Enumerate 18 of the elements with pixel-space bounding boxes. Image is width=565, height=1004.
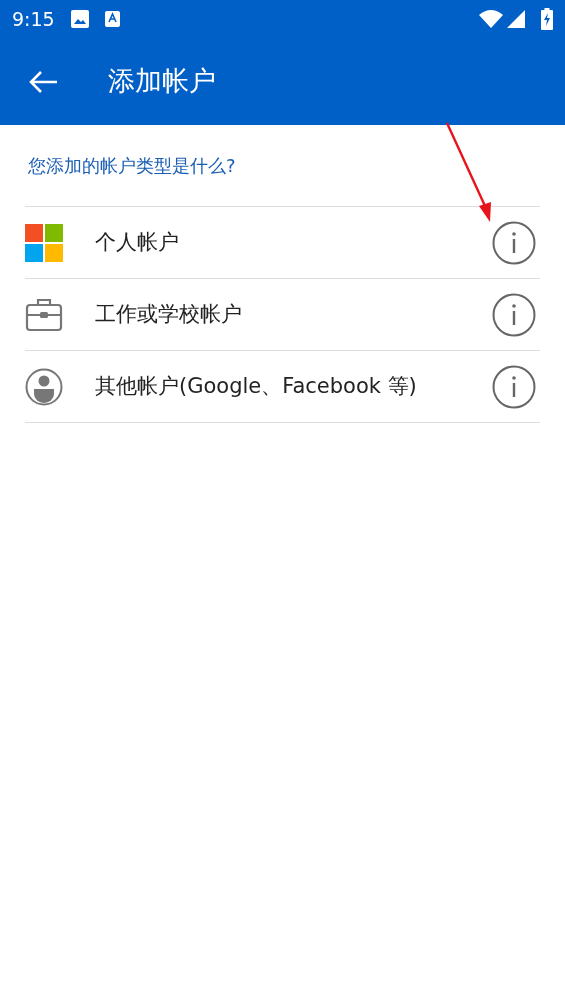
page-title: 添加帐户 bbox=[108, 64, 216, 99]
wifi-icon bbox=[479, 10, 503, 28]
question-text: 您添加的帐户类型是什么? bbox=[27, 154, 237, 178]
person-icon bbox=[25, 367, 63, 406]
account-option[interactable]: 工作或学校帐户 bbox=[25, 279, 540, 351]
info-icon[interactable] bbox=[492, 364, 536, 409]
signal-icon bbox=[507, 10, 525, 28]
keyboard-icon bbox=[104, 11, 120, 27]
four-squares-icon bbox=[25, 223, 63, 262]
briefcase-icon bbox=[25, 297, 63, 332]
image-icon bbox=[70, 10, 89, 28]
account-option[interactable]: 个人帐户 bbox=[25, 207, 540, 279]
back-arrow-icon[interactable] bbox=[28, 69, 58, 94]
status-time: 9:15 bbox=[12, 6, 55, 32]
info-icon[interactable] bbox=[492, 220, 536, 265]
battery-icon bbox=[541, 8, 553, 30]
info-icon[interactable] bbox=[492, 292, 536, 337]
account-option[interactable]: 其他帐户(Google、Facebook 等) bbox=[25, 351, 540, 423]
